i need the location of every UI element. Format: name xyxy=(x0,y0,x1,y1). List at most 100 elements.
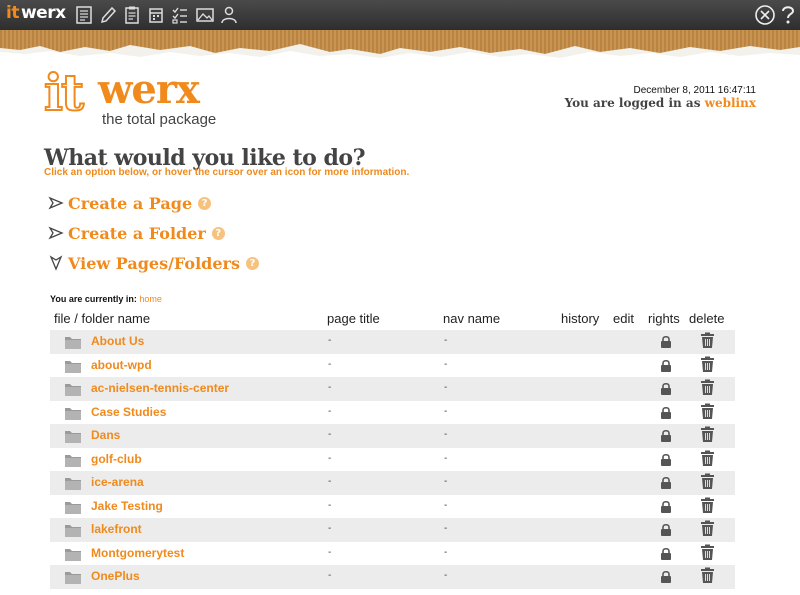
action-create-folder[interactable]: Create a Folder ? xyxy=(48,222,225,244)
trash-icon[interactable] xyxy=(700,379,715,396)
help-icon[interactable] xyxy=(780,4,796,26)
lock-icon[interactable] xyxy=(659,547,673,561)
lock-icon[interactable] xyxy=(659,429,673,443)
lock-icon[interactable] xyxy=(659,476,673,490)
trash-icon[interactable] xyxy=(700,426,715,443)
cardboard-banner xyxy=(0,30,800,64)
logo-it: it xyxy=(43,63,85,122)
column-header-name[interactable]: file / folder name xyxy=(54,311,150,326)
lock-icon[interactable] xyxy=(659,359,673,373)
table-row: ac-nielsen-tennis-center - - xyxy=(50,377,735,401)
page-title-cell: - xyxy=(328,358,332,370)
column-header-history: history xyxy=(561,311,600,326)
folder-name-link[interactable]: Dans xyxy=(91,428,120,442)
trash-icon[interactable] xyxy=(700,332,715,349)
table-row: Jake Testing - - xyxy=(50,495,735,519)
login-prefix: You are logged in as xyxy=(564,96,705,110)
edit-icon[interactable] xyxy=(98,5,118,25)
column-header-edit: edit xyxy=(613,311,634,326)
checklist-icon[interactable] xyxy=(170,5,190,25)
page-title-cell: - xyxy=(328,499,332,511)
trash-icon[interactable] xyxy=(700,403,715,420)
trash-icon[interactable] xyxy=(700,520,715,537)
column-header-delete: delete xyxy=(689,311,725,326)
clipboard-icon[interactable] xyxy=(122,5,142,25)
pages-icon[interactable] xyxy=(74,5,94,25)
folder-list: About Us - - about-wpd - - ac-nielsen-tennis-c… xyxy=(50,330,735,589)
nav-name-cell: - xyxy=(444,335,448,346)
breadcrumb-home-link[interactable]: home xyxy=(139,294,162,304)
page-title-cell: - xyxy=(328,523,332,534)
exit-icon[interactable] xyxy=(754,4,776,26)
folder-name-link[interactable]: golf-club xyxy=(91,452,142,466)
folder-icon xyxy=(65,337,81,349)
folder-name-link[interactable]: Montgomerytest xyxy=(91,546,184,560)
calendar-icon[interactable] xyxy=(146,5,166,25)
nav-name-cell: - xyxy=(444,570,448,581)
breadcrumb: You are currently in: home xyxy=(50,294,162,304)
table-row: Case Studies - - xyxy=(50,401,735,425)
table-row: About Us - - xyxy=(50,330,735,354)
trash-icon[interactable] xyxy=(700,356,715,373)
create-folder-link[interactable]: Create a Folder xyxy=(68,224,206,243)
trash-icon[interactable] xyxy=(700,473,715,490)
lock-icon[interactable] xyxy=(659,382,673,396)
folder-icon xyxy=(65,360,81,373)
toolbar-logo-it: it xyxy=(6,3,19,23)
help-icon[interactable]: ? xyxy=(211,226,225,240)
folder-name-link[interactable]: Jake Testing xyxy=(91,499,163,513)
create-page-link[interactable]: Create a Page xyxy=(68,194,192,213)
column-header-page-title[interactable]: page title xyxy=(327,311,380,326)
column-header-rights: rights xyxy=(648,311,680,326)
table-row: OnePlus - - xyxy=(50,565,735,589)
trash-icon[interactable] xyxy=(700,497,715,514)
username-link[interactable]: weblinx xyxy=(705,96,756,110)
page-title-cell: - xyxy=(328,335,332,346)
folder-name-link[interactable]: About Us xyxy=(91,334,144,348)
view-pages-link[interactable]: View Pages/Folders xyxy=(68,254,240,273)
folder-icon xyxy=(65,501,81,514)
toolbar-logo[interactable]: it werx xyxy=(6,3,66,23)
page-title-cell: - xyxy=(328,405,332,417)
toolbar-logo-werx: werx xyxy=(20,3,66,23)
folder-name-link[interactable]: ac-nielsen-tennis-center xyxy=(91,381,229,395)
folder-name-link[interactable]: about-wpd xyxy=(91,358,152,372)
lock-icon[interactable] xyxy=(659,335,673,349)
trash-icon[interactable] xyxy=(700,567,715,584)
help-icon[interactable]: ? xyxy=(198,196,212,210)
folder-icon xyxy=(65,384,81,396)
folder-name-link[interactable]: Case Studies xyxy=(91,405,166,419)
table-row: about-wpd - - xyxy=(50,354,735,378)
user-icon[interactable] xyxy=(219,5,239,25)
action-view-pages[interactable]: View Pages/Folders ? xyxy=(48,252,259,274)
lock-icon[interactable] xyxy=(659,523,673,537)
page-title-cell: - xyxy=(328,476,332,487)
arrow-right-icon xyxy=(48,226,64,240)
breadcrumb-label: You are currently in: xyxy=(50,294,137,304)
trash-icon[interactable] xyxy=(700,544,715,561)
lock-icon[interactable] xyxy=(659,406,673,420)
folder-name-link[interactable]: OnePlus xyxy=(91,569,140,583)
image-icon[interactable] xyxy=(195,5,215,25)
lock-icon[interactable] xyxy=(659,453,673,467)
nav-name-cell: - xyxy=(444,405,448,417)
logo-werx: werx xyxy=(98,66,200,113)
help-icon[interactable]: ? xyxy=(245,256,259,270)
nav-name-cell: - xyxy=(444,429,448,440)
folder-name-link[interactable]: ice-arena xyxy=(91,475,144,489)
folder-icon xyxy=(65,454,81,467)
nav-name-cell: - xyxy=(444,523,448,534)
nav-name-cell: - xyxy=(444,382,448,393)
folder-name-link[interactable]: lakefront xyxy=(91,522,142,536)
arrow-down-icon xyxy=(49,255,63,271)
trash-icon[interactable] xyxy=(700,450,715,467)
page-title-cell: - xyxy=(328,429,332,440)
column-header-nav-name[interactable]: nav name xyxy=(443,311,500,326)
lock-icon[interactable] xyxy=(659,570,673,584)
action-create-page[interactable]: Create a Page ? xyxy=(48,192,212,214)
top-toolbar: it werx xyxy=(0,0,800,30)
lock-icon[interactable] xyxy=(659,500,673,514)
nav-name-cell: - xyxy=(444,546,448,558)
nav-name-cell: - xyxy=(444,476,448,487)
folder-icon xyxy=(65,548,81,561)
